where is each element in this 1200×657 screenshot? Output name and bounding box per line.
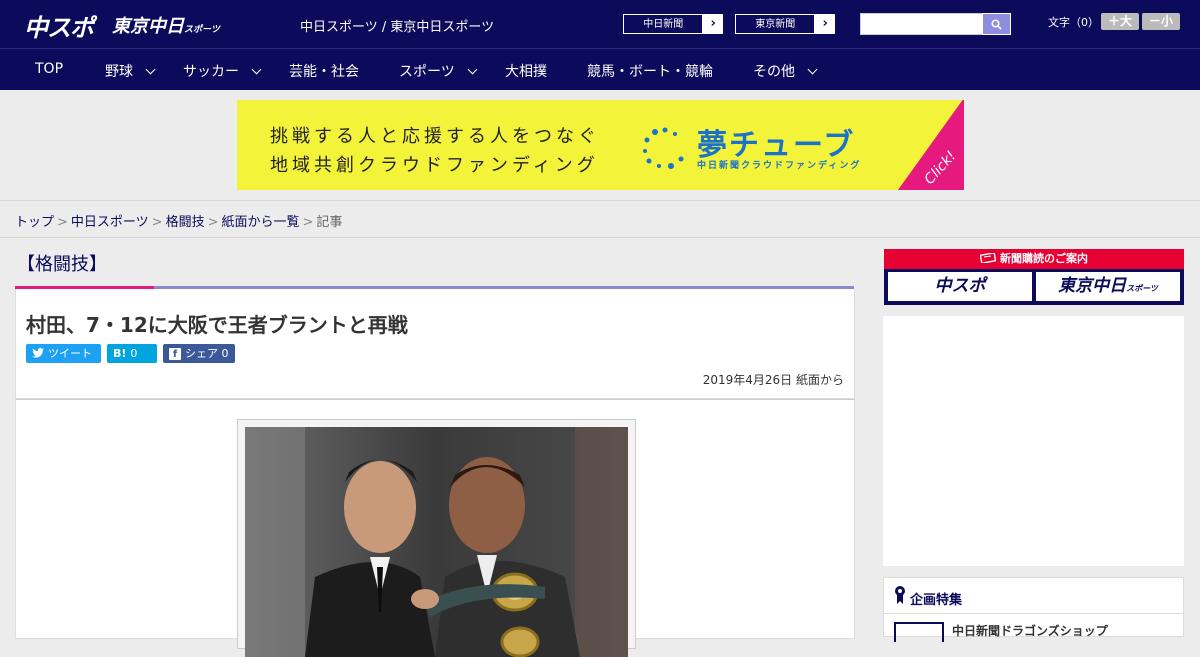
logo-main-text: 東京中日: [112, 16, 184, 37]
tokyo-chunichi-sports-logo[interactable]: 東京中日スポーツ: [112, 12, 220, 38]
facebook-share-count: 0: [221, 347, 229, 360]
nav-item-sports[interactable]: スポーツ: [399, 61, 478, 81]
breadcrumb-link-paper-list[interactable]: 紙面から一覧: [222, 215, 300, 230]
font-smaller-button[interactable]: －小: [1142, 13, 1180, 30]
subscription-box: 新聞購読のご案内 中スポ 東京中日スポーツ: [884, 249, 1184, 305]
feature-thumbnail[interactable]: [894, 622, 944, 642]
ticket-icon: [979, 252, 997, 264]
article-source: 紙面から: [795, 373, 844, 387]
breadcrumb: トップ > 中日スポーツ > 格闘技 > 紙面から一覧 > 記事: [15, 211, 342, 230]
nav-label: TOP: [35, 61, 64, 77]
hatena-bookmark-button[interactable]: B! 0: [107, 344, 157, 363]
tweet-label: ツイート: [48, 347, 92, 360]
ad-line-2: 地域共創クラウドファンディング: [270, 155, 599, 176]
search-icon: [991, 18, 1002, 30]
nav-label: その他: [753, 64, 795, 80]
chevron-down-icon: [467, 64, 478, 75]
nav-label: 野球: [105, 64, 133, 80]
ad-brand-sub: 中日新聞クラウドファンディング: [697, 161, 862, 171]
dots-logo-icon: [643, 127, 684, 169]
article-header: 村田、7・12に大阪で王者ブラントと再戦 ツイート B! 0 f シェア 0 201…: [15, 289, 855, 399]
search-button[interactable]: [982, 13, 1011, 35]
breadcrumb-bar: トップ > 中日スポーツ > 格闘技 > 紙面から一覧 > 記事: [0, 200, 1200, 238]
feature-title: 企画特集: [910, 593, 963, 608]
feature-item-link[interactable]: 中日新聞ドラゴンズショップ: [952, 622, 1108, 639]
article-photo[interactable]: [245, 427, 628, 657]
site-header: 中スポ 東京中日スポーツ 中日スポーツ / 東京中日スポーツ 中日新聞 › 東京…: [0, 0, 1200, 48]
nav-item-baseball[interactable]: 野球: [105, 61, 156, 81]
breadcrumb-link-combat-sports[interactable]: 格闘技: [166, 215, 205, 230]
nav-label: 大相撲: [505, 64, 547, 80]
facebook-icon: f: [169, 348, 181, 360]
article-category: 【格闘技】: [17, 254, 107, 275]
breadcrumb-link-top[interactable]: トップ: [15, 215, 54, 230]
subscribe-chuspo-button[interactable]: 中スポ: [888, 272, 1032, 301]
nav-item-top[interactable]: TOP: [35, 61, 63, 77]
chevron-down-icon: [145, 64, 156, 75]
hatena-icon: B!: [113, 347, 127, 360]
breadcrumb-separator: >: [151, 215, 163, 230]
twitter-icon: [32, 348, 44, 358]
main-nav: TOP 野球 サッカー 芸能・社会 スポーツ 大相撲 競馬・ボート・競輪 その他: [0, 48, 1200, 90]
subscribe-logo-text: 東京中日: [1058, 276, 1127, 296]
chunichi-shimbun-link[interactable]: 中日新聞 ›: [622, 13, 724, 35]
hatena-count: 0: [130, 347, 138, 360]
breadcrumb-separator: >: [302, 215, 314, 230]
nav-item-other[interactable]: その他: [753, 61, 818, 81]
font-bigger-button[interactable]: ＋大: [1101, 13, 1139, 30]
boxers-faceoff-image: [245, 427, 628, 657]
breadcrumb-link-chunichi-sports[interactable]: 中日スポーツ: [71, 215, 149, 230]
feature-header: 企画特集: [884, 578, 1183, 614]
article-dateline: 2019年4月26日 紙面から: [703, 371, 844, 388]
chuspo-logo[interactable]: 中スポ: [24, 8, 94, 43]
nav-item-soccer[interactable]: サッカー: [183, 61, 262, 81]
nav-item-racing[interactable]: 競馬・ボート・競輪: [587, 61, 713, 81]
ad-line-1: 挑戦する人と応援する人をつなぐ: [270, 126, 600, 147]
breadcrumb-separator: >: [57, 215, 68, 230]
breadcrumb-current: 記事: [316, 215, 343, 230]
chevron-down-icon: [251, 64, 262, 75]
nav-item-sumo[interactable]: 大相撲: [505, 61, 547, 81]
site-title[interactable]: 中日スポーツ / 東京中日スポーツ: [300, 16, 494, 35]
medal-icon: [895, 586, 905, 604]
chevron-right-icon: ›: [822, 16, 828, 31]
article-photo-frame: [237, 419, 636, 657]
subscription-title-text: 新聞購読のご案内: [1000, 252, 1088, 265]
subscribe-logo-small: スポーツ: [1126, 284, 1158, 293]
sidebar-ad-slot[interactable]: [883, 316, 1184, 566]
nav-label: スポーツ: [399, 64, 455, 80]
tokyo-shimbun-link[interactable]: 東京新聞 ›: [734, 13, 836, 35]
facebook-share-button[interactable]: f シェア 0: [163, 344, 235, 363]
logo-small-text: スポーツ: [184, 25, 220, 35]
nav-label: 芸能・社会: [289, 64, 359, 80]
article-headline: 村田、7・12に大阪で王者ブラントと再戦: [26, 313, 408, 337]
breadcrumb-separator: >: [207, 215, 219, 230]
nav-label: 競馬・ボート・競輪: [587, 64, 713, 80]
feature-box: 企画特集 中日新聞ドラゴンズショップ: [883, 577, 1184, 642]
subscription-title: 新聞購読のご案内: [884, 249, 1184, 269]
nav-label: サッカー: [183, 64, 239, 80]
search-input[interactable]: [860, 13, 984, 35]
link-label: 中日新聞: [623, 14, 704, 34]
facebook-share-label: シェア: [185, 347, 218, 360]
chevron-down-icon: [807, 64, 818, 75]
crowdfunding-ad-banner[interactable]: 挑戦する人と応援する人をつなぐ 地域共創クラウドファンディング 夢チューブ 中日…: [237, 100, 964, 190]
tweet-button[interactable]: ツイート: [26, 344, 101, 363]
subscribe-tokyo-chunichi-button[interactable]: 東京中日スポーツ: [1036, 272, 1180, 301]
article-date: 2019年4月26日: [702, 373, 793, 387]
article-body: [15, 399, 855, 657]
nav-item-entertainment[interactable]: 芸能・社会: [289, 61, 359, 81]
link-label: 東京新聞: [735, 14, 816, 34]
font-size-label: 文字（0）: [1048, 16, 1099, 29]
chevron-right-icon: ›: [710, 16, 716, 31]
